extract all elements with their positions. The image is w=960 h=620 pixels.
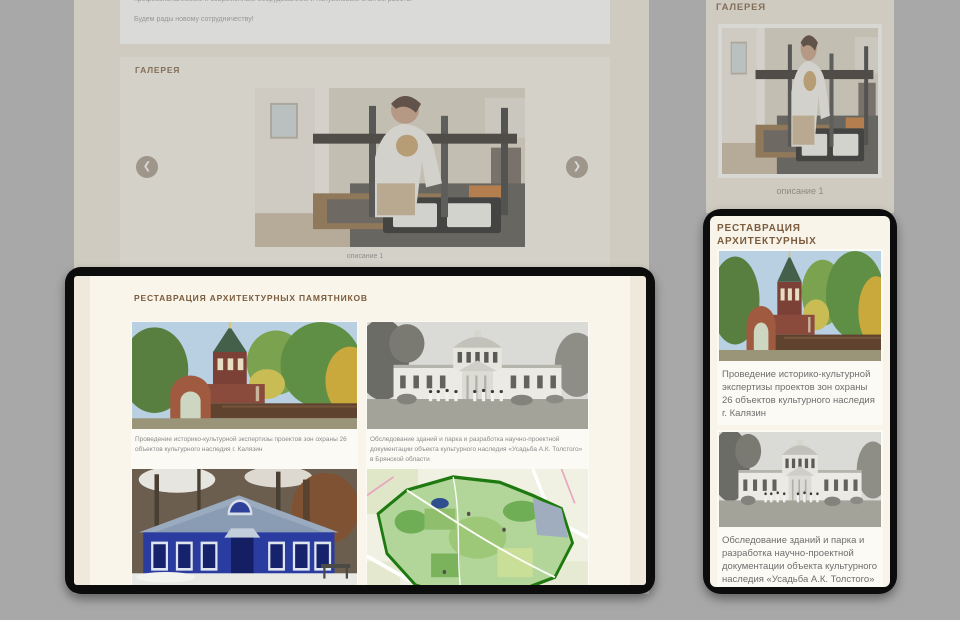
mobile-viewport-top: ГАЛЕРЕЯ описание 1 bbox=[706, 0, 894, 213]
responsive-preview-canvas: профессионализмом и современным оборудов… bbox=[0, 0, 960, 620]
tablet-screen: РЕСТАВРАЦИЯ АРХИТЕКТУРНЫХ ПАМЯТНИКОВ Про… bbox=[74, 276, 646, 585]
chevron-left-icon: ❮ bbox=[136, 156, 158, 178]
project-card[interactable]: Обследование зданий и парка и разработка… bbox=[366, 321, 589, 468]
gallery-slide-caption: описание 1 bbox=[706, 186, 894, 196]
gallery-slide-caption: описание 1 bbox=[120, 253, 610, 260]
tablet-device-frame: РЕСТАВРАЦИЯ АРХИТЕКТУРНЫХ ПАМЯТНИКОВ Про… bbox=[65, 267, 655, 594]
gallery-slide-scanner-photo[interactable] bbox=[722, 28, 878, 174]
intro-text-clipped: профессионализмом и современным оборудов… bbox=[134, 0, 412, 3]
project-card[interactable] bbox=[366, 468, 589, 585]
project-caption: Проведение историко-культурной экспертиз… bbox=[717, 363, 883, 420]
gallery-slide-card[interactable] bbox=[718, 24, 882, 178]
gallery-heading: ГАЛЕРЕЯ bbox=[716, 2, 766, 13]
protection-zones-map[interactable] bbox=[367, 469, 588, 585]
intro-text: Будем рады новому сотрудничеству! bbox=[134, 16, 254, 23]
project-card[interactable]: Проведение историко-культурной экспертиз… bbox=[717, 249, 883, 425]
intro-section: профессионализмом и современным оборудов… bbox=[120, 0, 610, 44]
church-color-photo[interactable] bbox=[719, 251, 881, 361]
church-color-photo[interactable] bbox=[132, 322, 357, 429]
manor-bw-photo[interactable] bbox=[719, 432, 881, 527]
blue-house-winter-photo[interactable] bbox=[132, 469, 357, 585]
project-card[interactable]: Проведение историко-культурной экспертиз… bbox=[131, 321, 358, 468]
mobile-device-frame: РЕСТАВРАЦИЯ АРХИТЕКТУРНЫХ ПАМЯТНИКОВ Про… bbox=[703, 209, 897, 594]
project-caption: Проведение историко-культурной экспертиз… bbox=[131, 430, 358, 455]
project-caption: Обследование зданий и парка и разработка… bbox=[717, 529, 883, 587]
carousel-prev-button[interactable]: ❮ bbox=[136, 156, 158, 178]
project-card[interactable]: Обследование зданий и парка и разработка… bbox=[717, 430, 883, 587]
mobile-screen: РЕСТАВРАЦИЯ АРХИТЕКТУРНЫХ ПАМЯТНИКОВ Про… bbox=[710, 216, 890, 587]
carousel-next-button[interactable]: ❯ bbox=[566, 156, 588, 178]
manor-bw-photo[interactable] bbox=[367, 322, 588, 429]
restoration-section-heading: РЕСТАВРАЦИЯ АРХИТЕКТУРНЫХ ПАМЯТНИКОВ bbox=[134, 293, 368, 303]
project-card[interactable] bbox=[131, 468, 358, 585]
gallery-heading: ГАЛЕРЕЯ bbox=[135, 65, 180, 75]
project-caption: Обследование зданий и парка и разработка… bbox=[366, 430, 589, 465]
chevron-right-icon: ❯ bbox=[566, 156, 588, 178]
gallery-slide-scanner-photo[interactable] bbox=[255, 88, 525, 247]
